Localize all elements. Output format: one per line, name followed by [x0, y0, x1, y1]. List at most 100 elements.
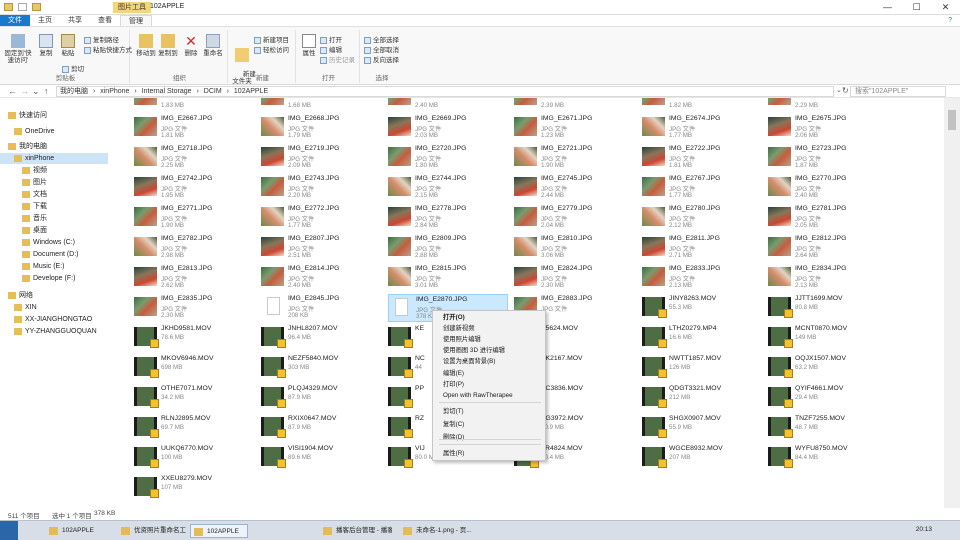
breadcrumb-item[interactable]: DCIM	[204, 88, 222, 95]
paste-shortcut-button[interactable]: 粘贴快捷方式	[84, 44, 132, 54]
help-icon[interactable]: ?	[948, 15, 960, 26]
taskbar-item[interactable]: 102APPLE	[190, 524, 248, 538]
open-button[interactable]: 打开	[320, 34, 342, 44]
sidebar-item[interactable]: Windows (C:)	[0, 237, 108, 248]
context-menu-item[interactable]: 剪切(T)	[433, 407, 545, 417]
file-item[interactable]: IMG_E2780.JPG JPG 文件 2.12 MB	[642, 204, 762, 232]
sidebar-item[interactable]: 音乐	[0, 213, 108, 224]
new-folder-button[interactable]: 新建 文件夹	[232, 34, 256, 92]
file-item[interactable]: IMG_E2833.JPG JPG 文件 2.13 MB	[642, 264, 762, 292]
select-none-button[interactable]: 全部取消	[364, 44, 399, 54]
taskbar-item[interactable]: 优资照片重命名工具	[118, 524, 186, 538]
select-all-button[interactable]: 全部选择	[364, 34, 399, 44]
context-menu-item[interactable]: 属性(R)	[433, 449, 545, 459]
file-item[interactable]: IMG_E2778.JPG JPG 文件 2.84 MB	[388, 204, 508, 232]
file-item[interactable]: NWTT1857.MOV 126 MB	[642, 354, 762, 382]
copy-button[interactable]: 复制	[36, 34, 56, 57]
copy-to-button[interactable]: 复制到	[158, 34, 178, 57]
scrollbar-thumb[interactable]	[948, 110, 956, 130]
file-item[interactable]: WGCE8932.MOV 207 MB	[642, 444, 762, 472]
tab-file[interactable]: 文件	[0, 15, 30, 26]
sidebar-item[interactable]: XX-JIANGHONGTAO	[0, 314, 108, 325]
context-menu-item[interactable]: 创建新视频	[433, 324, 545, 334]
sidebar-item[interactable]: 下载	[0, 201, 108, 212]
file-item[interactable]: IMG_E2772.JPG JPG 文件 1.77 MB	[261, 204, 381, 232]
sidebar-item[interactable]: 网络	[0, 290, 108, 301]
file-item[interactable]: UUKQ6770.MOV 100 MB	[134, 444, 254, 472]
sidebar-item[interactable]: OneDrive	[0, 126, 108, 137]
context-menu-item[interactable]: 删除(D)	[433, 433, 545, 443]
vertical-scrollbar[interactable]	[944, 98, 960, 508]
breadcrumb-item[interactable]: 102APPLE	[234, 88, 268, 95]
file-item[interactable]: IMG_E2771.JPG JPG 文件 1.90 MB	[134, 204, 254, 232]
sidebar-item[interactable]: XIN	[0, 302, 108, 313]
sidebar-item[interactable]: 文档	[0, 189, 108, 200]
context-menu-item[interactable]: 使用照片编辑	[433, 335, 545, 345]
file-item[interactable]: IMG_E2722.JPG JPG 文件 1.81 MB	[642, 144, 762, 172]
up-button[interactable]: ↑	[44, 86, 49, 96]
file-item[interactable]: PLQJ4329.MOV 87.9 MB	[261, 384, 381, 412]
file-item[interactable]: IMG_E2845.JPG JPG 文件 208 KB	[261, 294, 381, 322]
file-item[interactable]: IMG_E2721.JPG JPG 文件 1.90 MB	[514, 144, 634, 172]
file-item[interactable]: IMG_E2719.JPG JPG 文件 2.09 MB	[261, 144, 381, 172]
copy-path-button[interactable]: 复制路径	[84, 34, 119, 44]
pin-quick-access-button[interactable]: 固定到'快速访问'	[4, 34, 32, 64]
history-button[interactable]: 历史记录	[320, 54, 355, 64]
file-item[interactable]: IMG_E2723.JPG JPG 文件 1.87 MB	[768, 144, 888, 172]
sidebar-item[interactable]: YY-ZHANGGUOQUAN	[0, 326, 108, 337]
breadcrumb-item[interactable]: Internal Storage	[142, 88, 192, 95]
taskbar-item[interactable]: 未命名-1.png - 页...	[400, 524, 480, 538]
file-item[interactable]: RXIX0647.MOV 87.9 MB	[261, 414, 381, 442]
file-item[interactable]: IMG_E2674.JPG JPG 文件 1.77 MB	[642, 114, 762, 142]
sidebar-item[interactable]: 桌面	[0, 225, 108, 236]
file-item[interactable]: IMG_E2809.JPG JPG 文件 2.88 MB	[388, 234, 508, 262]
recent-locations-button[interactable]: ⌄	[32, 86, 40, 97]
sidebar-item[interactable]: 图片	[0, 177, 108, 188]
context-menu-item[interactable]: 使用画图 3D 进行编辑	[433, 346, 545, 356]
file-item[interactable]: IMG_E2824.JPG JPG 文件 2.30 MB	[514, 264, 634, 292]
sidebar-item[interactable]: xinPhone	[0, 153, 108, 164]
quick-access-properties-icon[interactable]	[18, 3, 27, 11]
file-item[interactable]: IMG_E2743.JPG JPG 文件 2.20 MB	[261, 174, 381, 202]
breadcrumb[interactable]: 我的电脑 › xinPhone › Internal Storage › DCI…	[56, 86, 834, 97]
tab-view[interactable]: 查看	[90, 15, 120, 26]
file-item[interactable]: NEZF5840.MOV 303 MB	[261, 354, 381, 382]
file-item[interactable]: IMG_E2744.JPG JPG 文件 2.15 MB	[388, 174, 508, 202]
sidebar-item[interactable]: 快速访问	[0, 110, 108, 121]
forward-button[interactable]: →	[20, 86, 29, 96]
edit-button[interactable]: 编辑	[320, 44, 342, 54]
context-menu-item[interactable]: 复制(C)	[433, 420, 545, 430]
move-to-button[interactable]: 移动到	[136, 34, 156, 57]
quick-access-new-folder-icon[interactable]	[32, 3, 41, 11]
file-item[interactable]: JKHD9581.MOV 78.6 MB	[134, 324, 254, 352]
file-item[interactable]: IMG_E2815.JPG JPG 文件 3.01 MB	[388, 264, 508, 292]
file-item[interactable]: IMG_E2669.JPG JPG 文件 2.03 MB	[388, 114, 508, 142]
close-button[interactable]: ✕	[931, 0, 960, 15]
file-item[interactable]: OTHE7071.MOV 34.2 MB	[134, 384, 254, 412]
file-item[interactable]: JJTT1699.MOV 80.8 MB	[768, 294, 888, 322]
file-item[interactable]: TNZF7255.MOV 48.7 MB	[768, 414, 888, 442]
context-menu-item[interactable]: Open with RawTherapee	[433, 391, 545, 401]
file-item[interactable]: IMG_E2811.JPG JPG 文件 2.71 MB	[642, 234, 762, 262]
file-item[interactable]: IMG_E2718.JPG JPG 文件 2.25 MB	[134, 144, 254, 172]
file-item[interactable]: IMG_E2745.JPG JPG 文件 2.44 MB	[514, 174, 634, 202]
file-item[interactable]: OQJX1507.MOV 63.2 MB	[768, 354, 888, 382]
file-item[interactable]: IMG_E2810.JPG JPG 文件 3.06 MB	[514, 234, 634, 262]
file-item[interactable]: QYIF4661.MOV 29.4 MB	[768, 384, 888, 412]
file-item[interactable]: IMG_E2767.JPG JPG 文件 1.77 MB	[642, 174, 762, 202]
invert-selection-button[interactable]: 反向选择	[364, 54, 399, 64]
file-item[interactable]: IMG_E2781.JPG JPG 文件 2.05 MB	[768, 204, 888, 232]
sidebar-item[interactable]: Music (E:)	[0, 261, 108, 272]
refresh-button[interactable]: ↻	[842, 86, 849, 95]
maximize-button[interactable]: ☐	[902, 0, 931, 15]
file-item[interactable]: IMG_E2668.JPG JPG 文件 1.79 MB	[261, 114, 381, 142]
file-item[interactable]: IMG_E2770.JPG JPG 文件 2.40 MB	[768, 174, 888, 202]
breadcrumb-item[interactable]: xinPhone	[100, 88, 129, 95]
new-item-button[interactable]: 新建项目	[254, 34, 289, 44]
delete-button[interactable]: ✕ 删除	[182, 34, 200, 57]
sidebar-item[interactable]: Develope (F:)	[0, 273, 108, 284]
paste-button[interactable]: 粘贴	[58, 34, 78, 57]
breadcrumb-item[interactable]: 我的电脑	[60, 88, 88, 95]
file-item[interactable]: IMG_E2814.JPG JPG 文件 2.40 MB	[261, 264, 381, 292]
file-item[interactable]: IMG_E2782.JPG JPG 文件 2.98 MB	[134, 234, 254, 262]
